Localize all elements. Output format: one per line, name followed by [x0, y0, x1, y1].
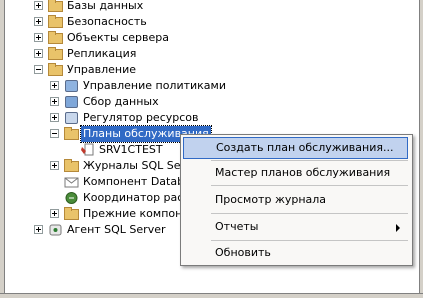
- menu-item-view-history[interactable]: Просмотр журнала: [183, 189, 408, 211]
- data-collection-icon: [64, 95, 80, 109]
- folder-icon: [48, 15, 64, 29]
- menu-item-label: Мастер планов обслуживания: [215, 166, 391, 179]
- context-menu: Создать план обслуживания... Мастер план…: [180, 134, 413, 266]
- expand-icon[interactable]: [34, 1, 43, 10]
- sql-agent-icon: [48, 223, 64, 237]
- menu-item-maintenance-plan-wizard[interactable]: Мастер планов обслуживания: [183, 162, 408, 184]
- expand-icon[interactable]: [34, 17, 43, 26]
- folder-open-icon: [48, 63, 64, 77]
- folder-icon: [64, 159, 80, 173]
- tree-item-label: Базы данных: [67, 0, 144, 12]
- dtc-icon: [64, 191, 80, 205]
- database-mail-icon: [64, 175, 80, 189]
- window-left-border: [0, 0, 5, 298]
- menu-separator: [211, 160, 408, 161]
- folder-open-icon: [64, 127, 80, 141]
- menu-item-label: Обновить: [215, 246, 271, 259]
- submenu-arrow-icon: [396, 224, 400, 232]
- tree-item-label: Объекты сервера: [67, 31, 169, 44]
- menu-item-refresh[interactable]: Обновить: [183, 242, 408, 264]
- expand-icon[interactable]: [50, 161, 59, 170]
- menu-separator: [211, 185, 408, 186]
- expand-icon[interactable]: [34, 225, 43, 234]
- expand-icon[interactable]: [34, 33, 43, 42]
- folder-icon: [48, 31, 64, 45]
- expand-icon[interactable]: [50, 113, 59, 122]
- menu-item-label: Просмотр журнала: [215, 193, 327, 206]
- tree-item-label: SRV1CTEST: [99, 143, 163, 156]
- tree-item-label: Репликация: [67, 47, 137, 60]
- menu-separator: [211, 213, 408, 214]
- folder-icon: [48, 0, 64, 13]
- folder-icon: [64, 207, 80, 221]
- tree-item-label: Агент SQL Server: [67, 223, 166, 236]
- window-right-border: [419, 0, 423, 298]
- tree-item-label: Компонент Databa: [83, 175, 191, 188]
- policy-icon: [64, 79, 80, 93]
- menu-separator: [211, 240, 408, 241]
- resource-governor-icon: [64, 111, 80, 125]
- menu-item-reports[interactable]: Отчеты: [183, 216, 408, 238]
- menu-item-new-maintenance-plan[interactable]: Создать план обслуживания...: [183, 137, 408, 159]
- menu-item-label: Создать план обслуживания...: [216, 141, 394, 154]
- menu-item-label: Отчеты: [215, 220, 259, 233]
- tree-item-label: Управление: [67, 63, 137, 76]
- tree-item-label: Безопасность: [67, 15, 147, 28]
- window-bottom-border: [0, 293, 423, 298]
- tree-item-label: Координатор расп: [83, 191, 191, 204]
- collapse-icon[interactable]: [50, 129, 59, 138]
- expand-icon[interactable]: [34, 49, 43, 58]
- expand-icon[interactable]: [50, 209, 59, 218]
- tree-item-label: Управление политиками: [83, 79, 226, 92]
- collapse-icon[interactable]: [34, 65, 43, 74]
- folder-icon: [48, 47, 64, 61]
- expand-icon[interactable]: [50, 97, 59, 106]
- maintenance-plan-icon: [80, 143, 96, 157]
- expand-icon[interactable]: [50, 81, 59, 90]
- tree-item-label: Журналы SQL Serv: [83, 159, 192, 172]
- tree-item-label: Сбор данных: [83, 95, 159, 108]
- tree-item-label: Регулятор ресурсов: [83, 111, 199, 124]
